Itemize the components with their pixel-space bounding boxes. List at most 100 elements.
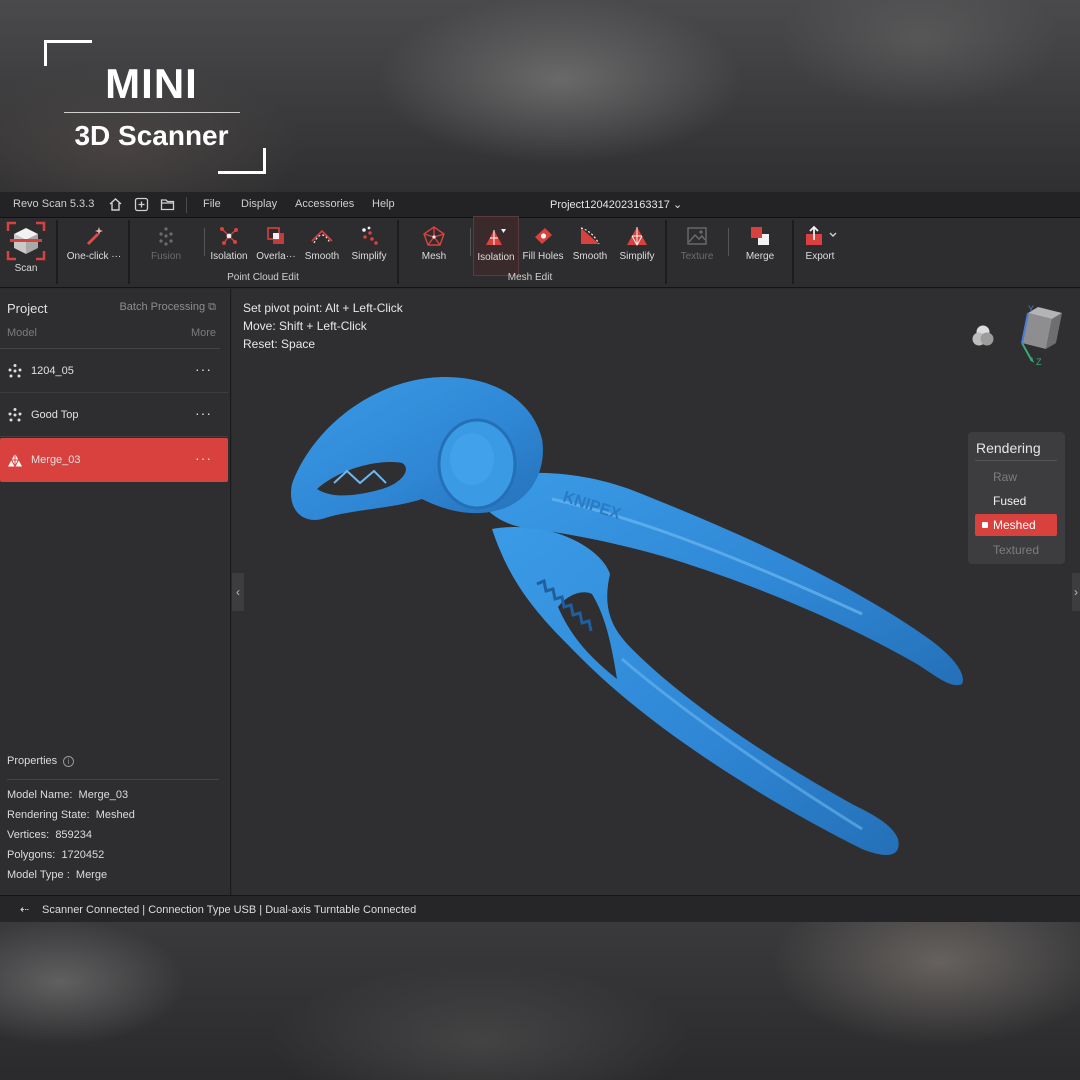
collapse-left-panel-button[interactable]: ‹ xyxy=(232,573,244,611)
one-click-button[interactable]: One-click ··· xyxy=(62,222,126,274)
menu-separator xyxy=(186,197,187,213)
toolbar-separator xyxy=(56,220,58,284)
hint-label: Set pivot point: xyxy=(243,301,323,315)
mesh-icon xyxy=(414,222,454,250)
isolation-icon xyxy=(206,222,252,250)
chevron-down-icon: ⌄ xyxy=(672,199,683,211)
model-list-item[interactable]: Good Top ··· xyxy=(0,393,228,437)
mesh-simplify-label: Simplify xyxy=(619,251,655,262)
one-click-label: One-click ··· xyxy=(66,251,122,262)
mesh-button[interactable]: Mesh xyxy=(414,222,454,274)
toolbar-separator xyxy=(665,220,667,284)
rendering-panel: Rendering Raw Fused Meshed Textured xyxy=(968,432,1065,564)
menu-accessories[interactable]: Accessories xyxy=(295,198,354,210)
toolbar: Scan One-click ··· Fusion Isolation Over… xyxy=(0,216,1080,288)
model-name: 1204_05 xyxy=(31,365,74,377)
smooth-icon xyxy=(300,222,344,250)
folder-icon[interactable] xyxy=(160,197,175,212)
rendering-option-textured[interactable]: Textured xyxy=(975,539,1057,561)
backdrop-bottom xyxy=(0,922,1080,1080)
menu-bar: Revo Scan 5.3.3 File Display Accessories… xyxy=(0,192,1080,218)
mesh-smooth-button[interactable]: Smooth xyxy=(568,222,612,274)
rendering-title: Rendering xyxy=(976,440,1041,456)
fusion-button[interactable]: Fusion xyxy=(142,222,190,274)
batch-processing-button[interactable]: Batch Processing ⧉ xyxy=(119,301,216,314)
menu-file[interactable]: File xyxy=(203,198,221,210)
divider xyxy=(7,779,219,780)
property-row: Rendering State: Meshed xyxy=(7,809,135,821)
home-icon[interactable] xyxy=(108,197,123,212)
fill-holes-button[interactable]: Fill Holes xyxy=(520,222,566,274)
3d-viewport[interactable]: Set pivot point: Alt + Left-Click Move: … xyxy=(232,289,1080,895)
overlap-button[interactable]: Overla··· xyxy=(254,222,298,274)
menu-help[interactable]: Help xyxy=(372,198,395,210)
add-icon[interactable] xyxy=(134,197,149,212)
brand-logo: MINI 3D Scanner xyxy=(44,40,266,174)
mesh-simplify-button[interactable]: Simplify xyxy=(614,222,660,274)
usb-icon: ⇠ xyxy=(20,904,30,916)
mesh-simplify-icon xyxy=(614,222,660,250)
merge-label: Merge xyxy=(745,251,775,262)
color-mode-icon[interactable] xyxy=(970,323,996,349)
rendering-option-fused[interactable]: Fused xyxy=(975,490,1057,512)
property-label: Rendering State: xyxy=(7,809,90,821)
toolbar-separator xyxy=(128,220,130,284)
property-label: Polygons: xyxy=(7,849,56,861)
pc-simplify-button[interactable]: Simplify xyxy=(346,222,392,274)
toolbar-separator xyxy=(728,228,729,256)
hint-label: Reset: xyxy=(243,337,278,351)
simplify-icon xyxy=(346,222,392,250)
scan-button[interactable]: Scan xyxy=(4,220,48,274)
model-list-item[interactable]: 1204_05 ··· xyxy=(0,349,228,393)
properties-label: Properties xyxy=(7,755,58,767)
toolbar-separator xyxy=(397,220,399,284)
model-name: Merge_03 xyxy=(31,454,81,466)
mesh-isolation-icon xyxy=(474,223,518,251)
texture-label: Texture xyxy=(680,251,714,262)
property-row: Model Type : Merge xyxy=(7,869,107,881)
merge-button[interactable]: Merge xyxy=(738,222,782,274)
view-cube-icon[interactable]: Y Z xyxy=(1008,303,1068,369)
project-selector[interactable]: Project12042023163317 ⌄ xyxy=(550,198,682,211)
scan-label: Scan xyxy=(14,263,38,274)
rendering-option-meshed[interactable]: Meshed xyxy=(975,514,1057,536)
model-options-button[interactable]: ··· xyxy=(195,405,212,421)
model-options-button[interactable]: ··· xyxy=(195,361,212,377)
texture-button[interactable]: Texture xyxy=(674,222,720,274)
overlap-label: Overla··· xyxy=(256,251,296,262)
status-bar: ⇠ Scanner Connected | Connection Type US… xyxy=(0,895,1080,922)
pc-isolation-label: Isolation xyxy=(210,251,248,262)
pc-smooth-button[interactable]: Smooth xyxy=(300,222,344,274)
mesh-isolation-label: Isolation xyxy=(477,252,515,263)
model-list-item-selected[interactable]: Merge_03 ··· xyxy=(0,438,228,482)
toolbar-separator xyxy=(470,228,471,256)
expand-right-panel-button[interactable]: › xyxy=(1072,573,1080,611)
property-row: Polygons: 1720452 xyxy=(7,849,104,861)
mesh-label: Mesh xyxy=(421,251,447,262)
fusion-icon xyxy=(142,222,190,250)
hint-key: Shift + Left-Click xyxy=(279,319,367,333)
property-value: 859234 xyxy=(55,829,93,841)
axis-z-label: Z xyxy=(1036,357,1042,367)
info-icon[interactable]: i xyxy=(63,756,75,767)
rendering-option-raw[interactable]: Raw xyxy=(975,466,1057,488)
fusion-label: Fusion xyxy=(150,251,181,262)
pc-isolation-button[interactable]: Isolation xyxy=(206,222,252,274)
fill-holes-icon xyxy=(520,222,566,250)
pc-simplify-label: Simplify xyxy=(351,251,387,262)
property-row: Model Name: Merge_03 xyxy=(7,789,128,801)
property-row: Vertices: 859234 xyxy=(7,829,92,841)
scanned-pliers-model[interactable]: KNIPEX xyxy=(262,359,1002,879)
brand-subtitle: 3D Scanner xyxy=(74,120,229,151)
menu-display[interactable]: Display xyxy=(241,198,277,210)
merge-icon xyxy=(738,222,782,250)
mesh-smooth-icon xyxy=(568,222,612,250)
property-label: Vertices: xyxy=(7,829,50,841)
property-value: Merge xyxy=(75,869,108,881)
point-cloud-icon xyxy=(8,408,22,422)
model-options-button[interactable]: ··· xyxy=(195,450,212,466)
mesh-isolation-button[interactable]: Isolation xyxy=(473,216,519,276)
more-button[interactable]: More xyxy=(191,327,216,339)
logo-divider xyxy=(64,112,240,113)
export-button[interactable]: Export xyxy=(800,222,840,274)
